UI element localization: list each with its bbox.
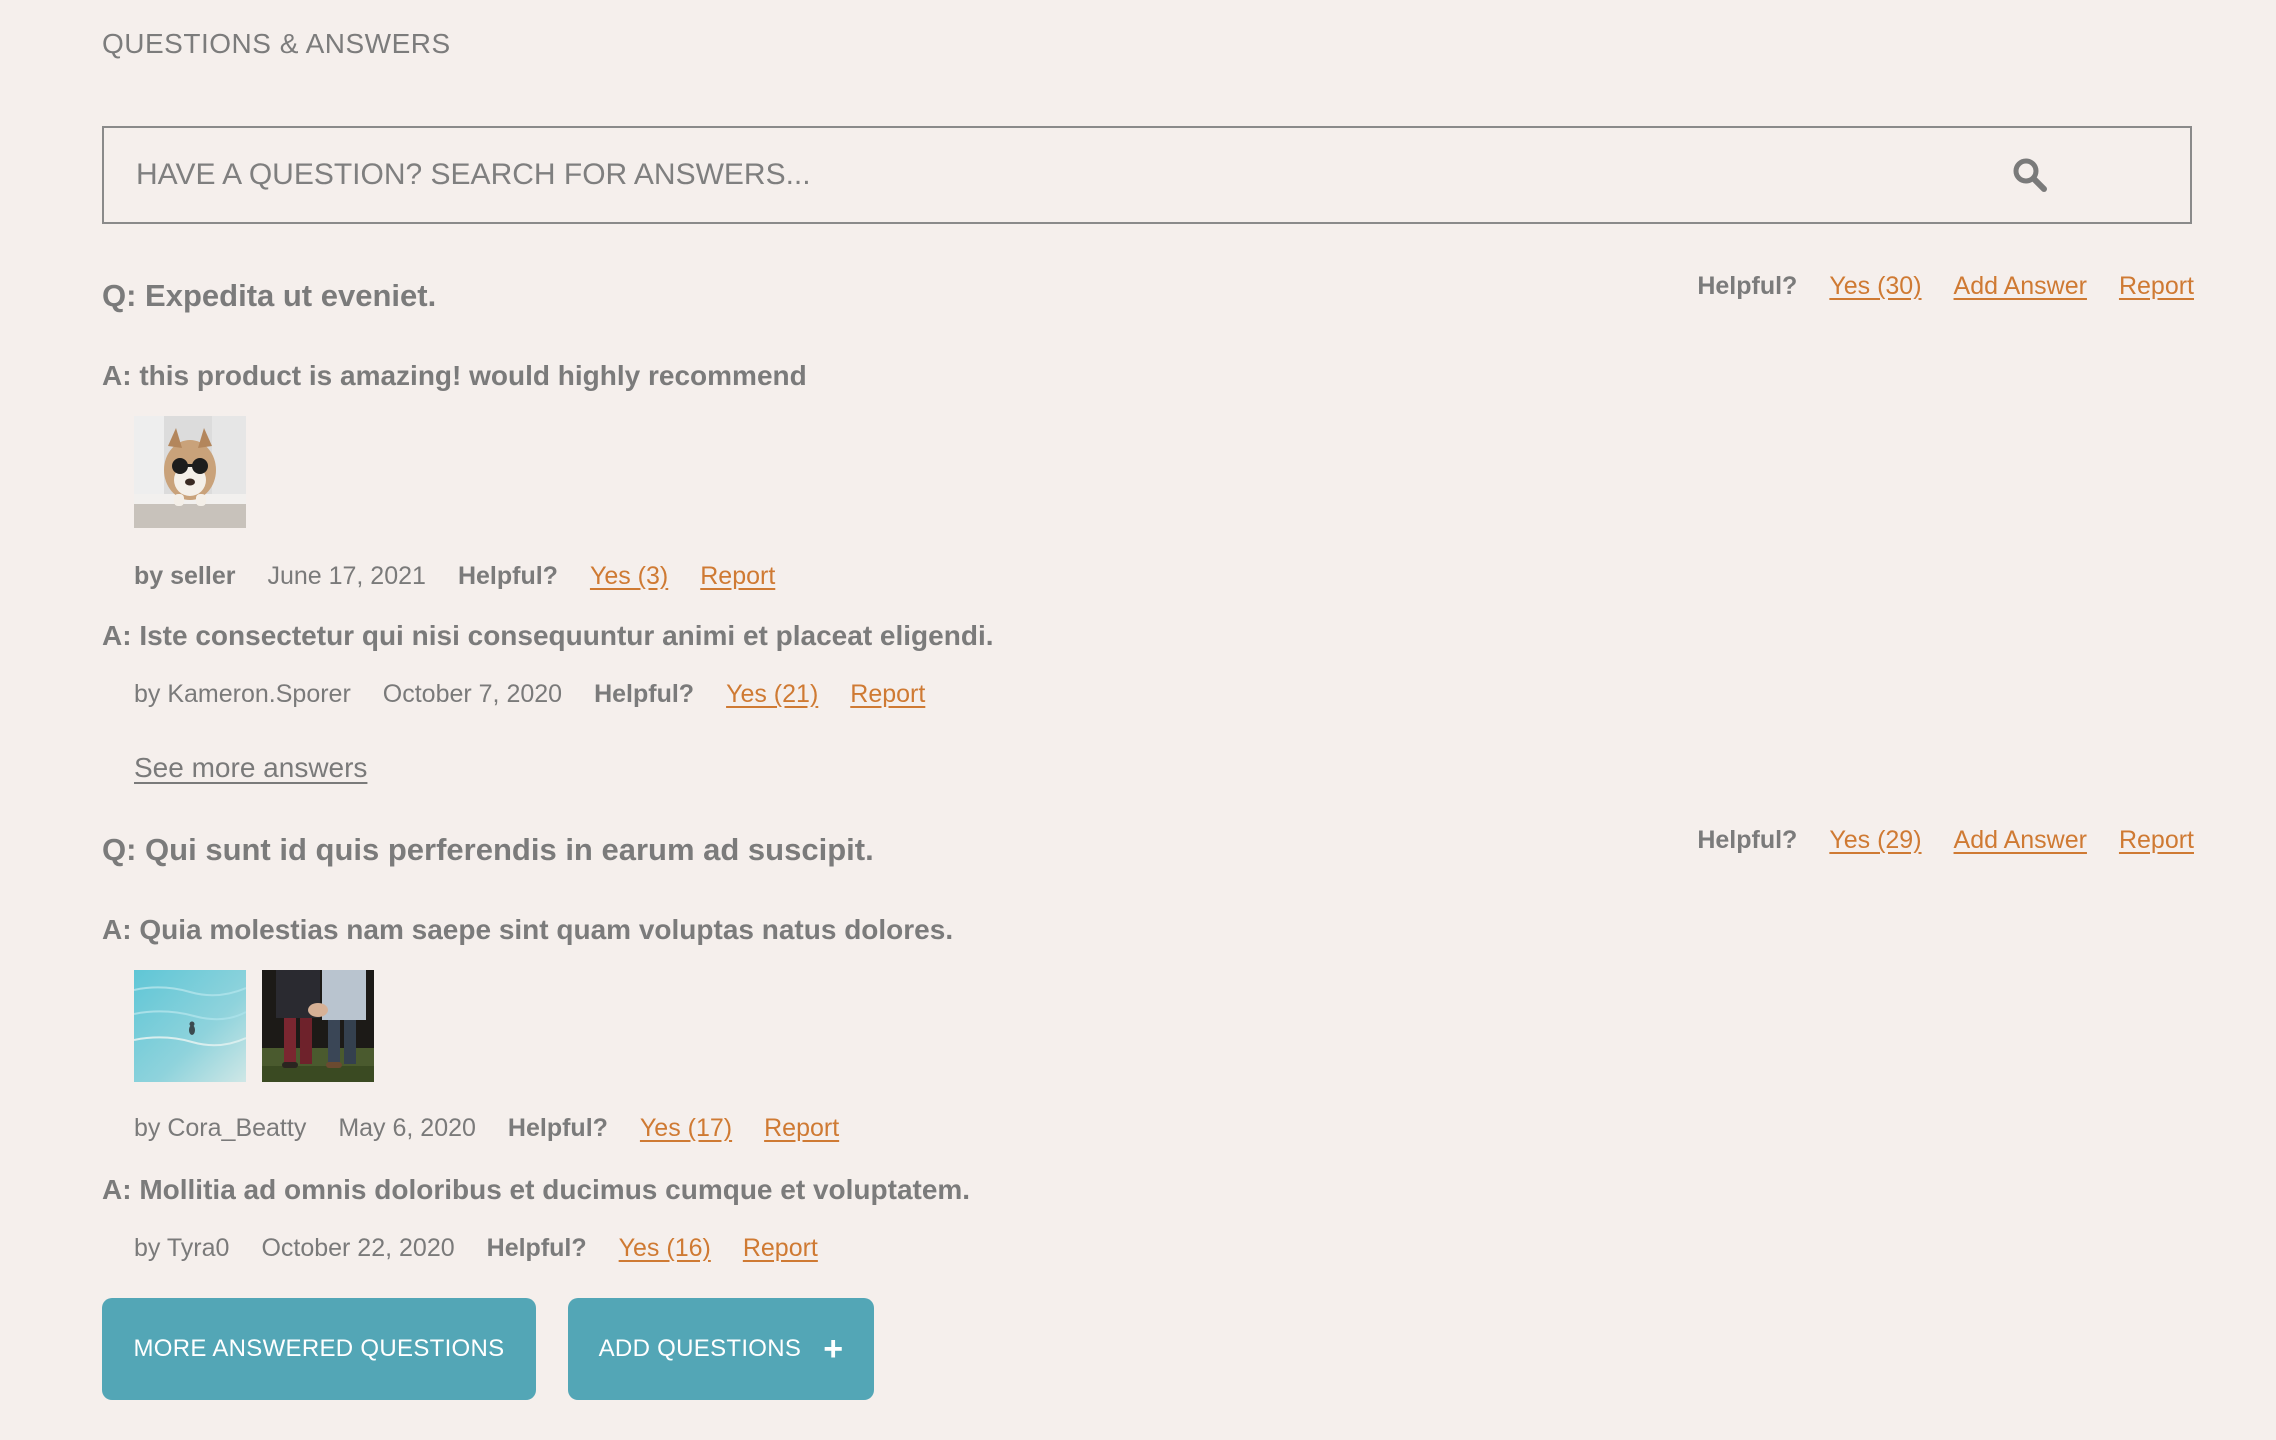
answer-text: A: Quia molestias nam saepe sint quam vo… <box>102 914 954 945</box>
helpful-yes-link[interactable]: Yes (3) <box>590 562 668 591</box>
more-answered-questions-button[interactable]: MORE ANSWERED QUESTIONS <box>102 1298 536 1400</box>
more-answered-questions-label: MORE ANSWERED QUESTIONS <box>133 1335 505 1362</box>
couple-holding-hands-photo[interactable] <box>262 970 374 1082</box>
helpful-label: Helpful? <box>1697 272 1798 300</box>
answer-meta: by seller June 17, 2021 Helpful? Yes (3)… <box>134 562 775 591</box>
question-actions: Helpful? Yes (30) Add Answer Report <box>1697 272 2194 301</box>
plus-icon: + <box>823 1330 844 1368</box>
helpful-label: Helpful? <box>1697 826 1798 854</box>
answer-author: by Tyra0 <box>134 1234 230 1262</box>
dog-with-sunglasses-photo[interactable] <box>134 416 246 528</box>
report-link[interactable]: Report <box>743 1234 818 1263</box>
answer-date: October 7, 2020 <box>382 680 563 708</box>
search-box[interactable] <box>102 126 2192 224</box>
helpful-yes-link[interactable]: Yes (16) <box>619 1234 711 1263</box>
add-questions-label: ADD QUESTIONS <box>598 1335 802 1362</box>
helpful-label: Helpful? <box>507 1114 608 1142</box>
question-text: Q: Qui sunt id quis perferendis in earum… <box>102 832 874 867</box>
answer-date: May 6, 2020 <box>338 1114 476 1142</box>
qa-page: QUESTIONS & ANSWERS Q: Expedita ut eveni… <box>0 0 2276 1440</box>
answer-author: by Cora_Beatty <box>134 1114 307 1142</box>
answer-author: by Kameron.Sporer <box>134 680 351 708</box>
search-input[interactable] <box>104 128 2010 222</box>
helpful-yes-link[interactable]: Yes (21) <box>726 680 818 709</box>
helpful-label: Helpful? <box>457 562 558 590</box>
answer-photos <box>134 970 374 1082</box>
answer-meta: by Kameron.Sporer October 7, 2020 Helpfu… <box>134 680 925 709</box>
answer-photos <box>134 416 246 528</box>
answer-text: A: Iste consectetur qui nisi consequuntu… <box>102 620 994 651</box>
answer-date: October 22, 2020 <box>261 1234 455 1262</box>
report-link[interactable]: Report <box>764 1114 839 1143</box>
helpful-label: Helpful? <box>486 1234 587 1262</box>
question-row: Q: Expedita ut eveniet. Helpful? Yes (30… <box>102 272 2194 322</box>
question-text: Q: Expedita ut eveniet. <box>102 278 437 313</box>
report-link[interactable]: Report <box>700 562 775 591</box>
add-answer-link[interactable]: Add Answer <box>1954 272 2087 301</box>
helpful-yes-link[interactable]: Yes (17) <box>640 1114 732 1143</box>
answer-text: A: this product is amazing! would highly… <box>102 360 807 391</box>
answer-text: A: Mollitia ad omnis doloribus et ducimu… <box>102 1174 971 1205</box>
add-answer-link[interactable]: Add Answer <box>1954 826 2087 855</box>
question-row: Q: Qui sunt id quis perferendis in earum… <box>102 826 2194 876</box>
helpful-label: Helpful? <box>594 680 695 708</box>
section-title: QUESTIONS & ANSWERS <box>102 28 451 59</box>
answer-author: by seller <box>134 562 236 590</box>
see-more-answers-link[interactable]: See more answers <box>134 752 367 784</box>
answer-date: June 17, 2021 <box>267 562 426 590</box>
add-questions-button[interactable]: ADD QUESTIONS + <box>568 1298 874 1400</box>
question-actions: Helpful? Yes (29) Add Answer Report <box>1697 826 2194 855</box>
answer-meta: by Cora_Beatty May 6, 2020 Helpful? Yes … <box>134 1114 839 1143</box>
helpful-yes-link[interactable]: Yes (30) <box>1829 272 1921 301</box>
helpful-yes-link[interactable]: Yes (29) <box>1829 826 1921 855</box>
search-icon[interactable] <box>2010 155 2050 195</box>
answer-meta: by Tyra0 October 22, 2020 Helpful? Yes (… <box>134 1234 818 1263</box>
report-link[interactable]: Report <box>2119 272 2194 301</box>
ocean-swimmer-photo[interactable] <box>134 970 246 1082</box>
report-link[interactable]: Report <box>2119 826 2194 855</box>
report-link[interactable]: Report <box>850 680 925 709</box>
